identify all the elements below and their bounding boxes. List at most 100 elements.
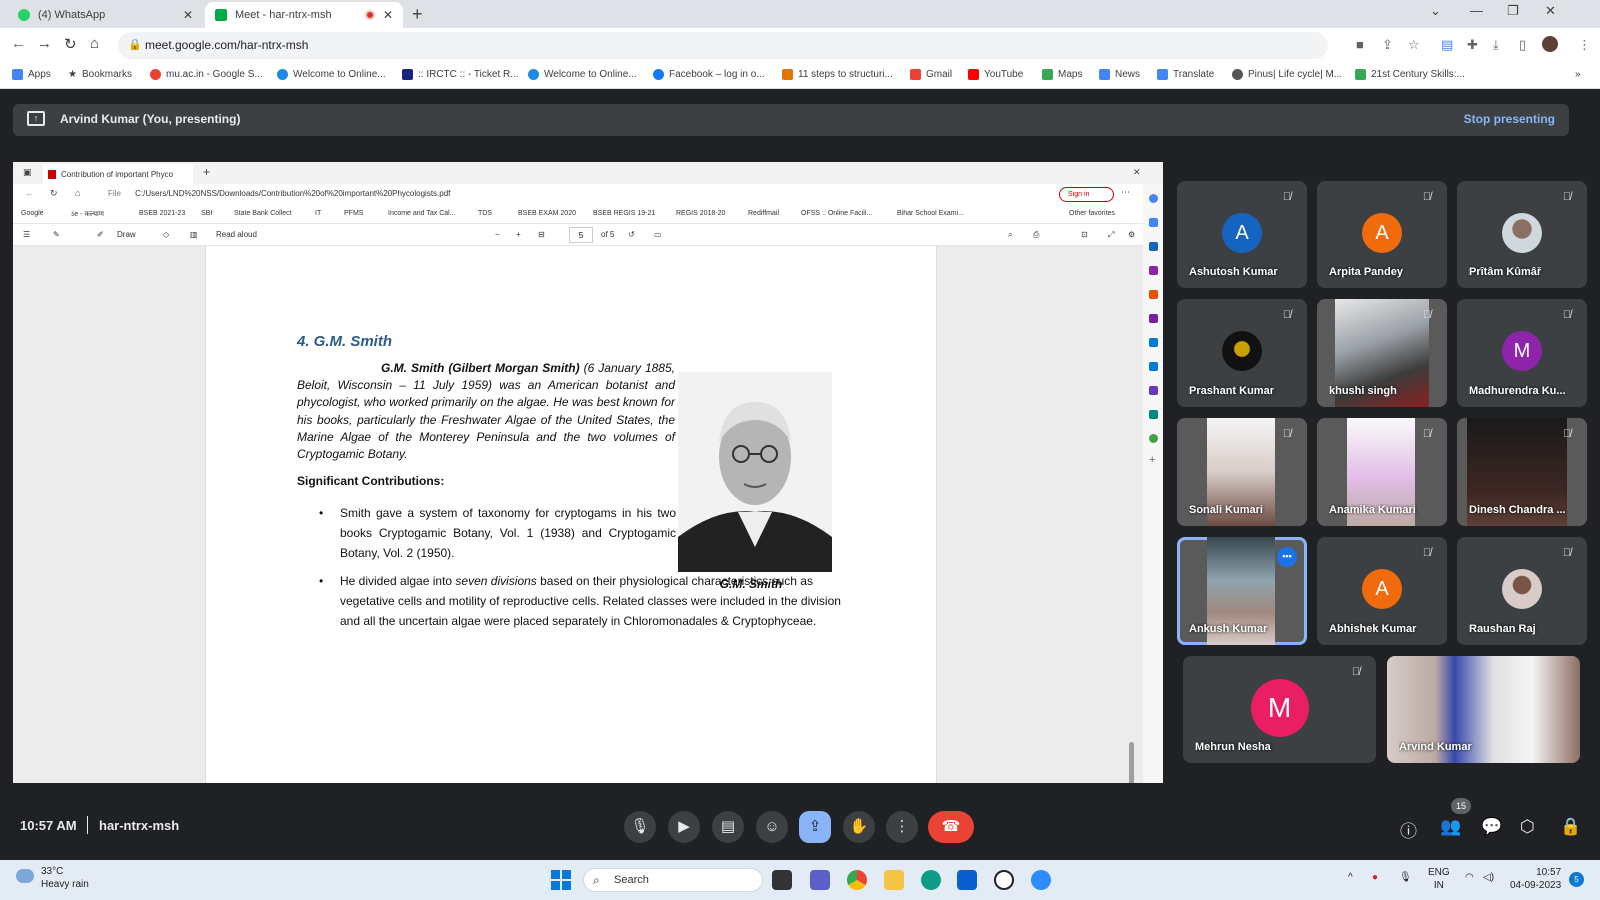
people-icon[interactable]: 👥 <box>1440 817 1461 837</box>
participant-tile[interactable]: 🎙̸ M Mehrun Nesha <box>1183 656 1376 763</box>
stop-presenting-button[interactable]: Stop presenting <box>1464 112 1555 126</box>
search-icon: ⌕ <box>593 873 600 887</box>
tab-title: (4) WhatsApp <box>38 9 106 21</box>
tab-whatsapp[interactable]: (4) WhatsApp ✕ <box>8 2 203 28</box>
window-close-icon[interactable]: ✕ <box>1545 3 1556 19</box>
tray-overflow-icon[interactable]: ^ <box>1348 872 1353 883</box>
tab-strip: (4) WhatsApp ✕ Meet - har-ntrx-msh ✕ + ⌄… <box>0 0 1600 28</box>
tray-app-icon[interactable]: ● <box>1372 872 1378 883</box>
dell-icon[interactable] <box>994 870 1014 890</box>
bookmark-welcome-2[interactable]: Welcome to Online... <box>528 69 637 80</box>
raise-hand-button[interactable]: ✋ <box>843 811 875 843</box>
bookmark-translate[interactable]: Translate <box>1157 69 1214 80</box>
emoji-button[interactable]: ☺ <box>756 811 788 843</box>
participant-name: Ashutosh Kumar <box>1189 266 1278 278</box>
participant-tile-self[interactable]: Arvind Kumar <box>1387 656 1580 763</box>
home-icon[interactable]: ⌂ <box>90 35 99 52</box>
participant-tile[interactable]: 🎙̸ A Arpita Pandey <box>1317 181 1447 288</box>
tab-title: Meet - har-ntrx-msh <box>235 9 332 21</box>
new-tab-icon[interactable]: + <box>412 4 423 25</box>
shared-tab-strip: ▣ Contribution of important Phyco + ✕ <box>13 162 1163 184</box>
mic-button[interactable]: 🎙 <box>624 811 656 843</box>
reload-icon[interactable]: ↻ <box>64 35 77 53</box>
bookmark-news[interactable]: News <box>1099 69 1140 80</box>
participant-tile[interactable]: 🎙̸ Prashant Kumar <box>1177 299 1307 407</box>
zoom-icon[interactable] <box>1031 870 1051 890</box>
bookmark-21st-century[interactable]: 21st Century Skills:... <box>1355 69 1465 80</box>
news-icon <box>1099 69 1110 80</box>
edge-icon[interactable] <box>921 870 941 890</box>
bookmarks-overflow-icon[interactable]: » <box>1575 69 1581 80</box>
bookmark-11-steps[interactable]: 11 steps to structuri... <box>782 69 893 80</box>
participant-tile[interactable]: 🎙̸ A Abhishek Kumar <box>1317 537 1447 645</box>
bookmark-welcome-1[interactable]: Welcome to Online... <box>277 69 386 80</box>
docs-icon[interactable]: ▤ <box>1441 37 1453 53</box>
extensions-icon[interactable]: ✚ <box>1467 37 1478 53</box>
host-controls-icon[interactable]: 🔒 <box>1560 817 1581 837</box>
taskbar-search[interactable]: ⌕ Search <box>583 868 763 892</box>
participant-tile[interactable]: 🎙̸ khushi singh <box>1317 299 1447 407</box>
teams-icon[interactable] <box>810 870 830 890</box>
participant-tile[interactable]: ••• Ankush Kumar <box>1177 537 1307 645</box>
close-icon[interactable]: ✕ <box>183 8 193 22</box>
wifi-icon[interactable]: ◠ <box>1465 872 1474 883</box>
participant-tile[interactable]: 🎙̸ A Ashutosh Kumar <box>1177 181 1307 288</box>
more-options-button[interactable]: ⋮ <box>886 811 918 843</box>
zoom-out-icon: − <box>495 230 500 239</box>
bookmark-mu[interactable]: mu.ac.in - Google S... <box>150 69 263 80</box>
mic-off-icon: 🎙̸ <box>1562 428 1572 440</box>
bing-icon <box>1149 194 1158 203</box>
start-icon[interactable] <box>551 870 571 890</box>
notification-badge[interactable]: 5 <box>1569 872 1584 887</box>
address-bar[interactable]: 🔒 meet.google.com/har-ntrx-msh <box>118 32 1328 59</box>
chrome-icon[interactable] <box>847 870 867 890</box>
star-icon[interactable]: ☆ <box>1408 37 1420 53</box>
activities-icon[interactable]: ⬡ <box>1520 817 1535 837</box>
captions-button[interactable]: ▤ <box>712 811 744 843</box>
participant-tile[interactable]: 🎙̸ M Madhurendra Ku... <box>1457 299 1587 407</box>
bookmark-gmail[interactable]: Gmail <box>910 69 952 80</box>
camera-icon[interactable]: ■ <box>1356 37 1364 52</box>
download-icon[interactable]: ⤓ <box>1493 37 1499 53</box>
weather-widget[interactable]: 33°C Heavy rain <box>16 865 89 891</box>
file-explorer-icon[interactable] <box>884 870 904 890</box>
mic-tray-icon[interactable]: 🎙 <box>1399 872 1412 883</box>
language-indicator[interactable]: ENG IN <box>1428 866 1450 892</box>
menu-icon[interactable]: ⋮ <box>1578 37 1591 53</box>
present-button[interactable]: ⇪ <box>799 811 831 843</box>
participant-tile[interactable]: 🎙̸ Dinesh Chandra ... <box>1457 418 1587 526</box>
bookmark-apps[interactable]: Apps <box>12 69 51 80</box>
chat-icon[interactable]: 💬 <box>1481 817 1502 837</box>
share-icon[interactable]: ⇪ <box>1382 37 1393 53</box>
forward-icon[interactable]: → <box>37 35 52 52</box>
participant-tile[interactable]: 🎙̸ Prȋtâm Kûmâř <box>1457 181 1587 288</box>
profile-avatar[interactable] <box>1542 36 1558 52</box>
tab-search-icon[interactable]: ⌄ <box>1430 3 1441 19</box>
close-icon[interactable]: ✕ <box>383 8 393 22</box>
camera-button[interactable]: ▶ <box>668 811 700 843</box>
task-view-icon[interactable] <box>772 870 792 890</box>
volume-icon[interactable]: ◁) <box>1483 872 1494 883</box>
bookmark-facebook[interactable]: Facebook – log in o... <box>653 69 765 80</box>
read-aloud-label: Read aloud <box>216 230 257 239</box>
shared-bookmark: IT <box>315 210 322 217</box>
restore-icon[interactable]: ❐ <box>1507 3 1519 19</box>
back-icon[interactable]: ← <box>11 35 26 52</box>
shared-bookmark: Other favorites <box>1069 210 1115 217</box>
participant-tile[interactable]: 🎙̸ Anamika Kumari <box>1317 418 1447 526</box>
bookmark-youtube[interactable]: YouTube <box>968 69 1023 80</box>
info-icon[interactable]: ⓘ <box>1400 817 1417 842</box>
minimize-icon[interactable]: — <box>1470 3 1483 18</box>
bookmark-maps[interactable]: Maps <box>1042 69 1082 80</box>
bookmark-pinus[interactable]: Pinus| Life cycle| M... <box>1232 69 1342 80</box>
more-options-icon[interactable]: ••• <box>1277 547 1297 567</box>
participant-tile[interactable]: 🎙̸ Raushan Raj <box>1457 537 1587 645</box>
bookmark-irctc[interactable]: :: IRCTC :: - Ticket R... <box>402 69 519 80</box>
store-icon[interactable] <box>957 870 977 890</box>
system-clock[interactable]: 10:57 04-09-2023 <box>1510 866 1561 892</box>
participant-tile[interactable]: 🎙̸ Sonali Kumari <box>1177 418 1307 526</box>
sidepanel-icon[interactable]: ▯ <box>1519 37 1526 53</box>
bookmark-bookmarks[interactable]: ★ Bookmarks <box>68 69 132 80</box>
leave-call-button[interactable]: ☎ <box>928 811 974 843</box>
tab-meet[interactable]: Meet - har-ntrx-msh ✕ <box>205 2 403 28</box>
